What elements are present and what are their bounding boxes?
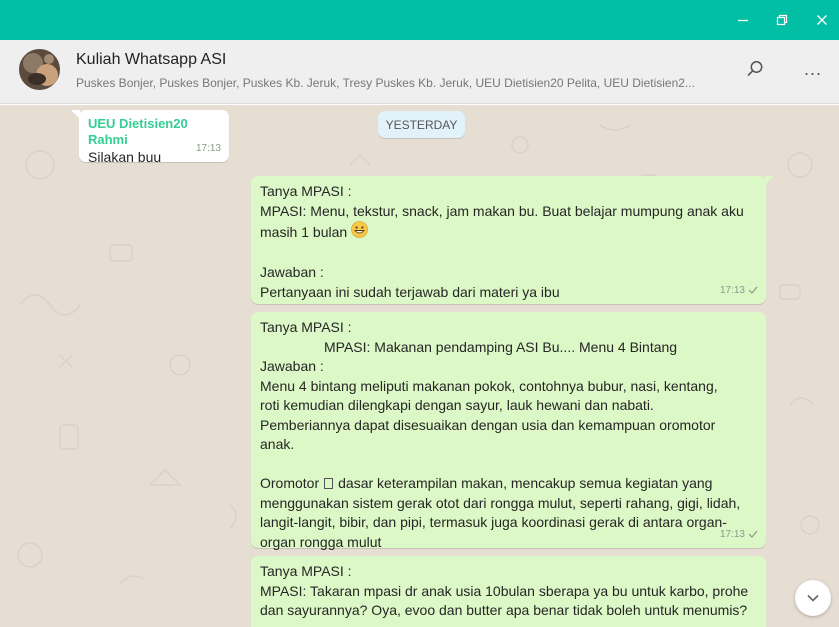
message-line: Pertanyaan ini sudah terjawab dari mater…: [260, 283, 560, 300]
bubble-tail: [71, 110, 80, 119]
chat-area: YESTERDAY UEU Dietisien20 Rahmi Silakan …: [0, 105, 839, 627]
missing-glyph-icon: [324, 478, 334, 490]
group-members[interactable]: Puskes Bonjer, Puskes Bonjer, Puskes Kb.…: [76, 76, 721, 90]
message-bubble-incoming[interactable]: UEU Dietisien20 Rahmi Silakan buu 17:13: [71, 110, 229, 165]
scroll-down-button[interactable]: [795, 580, 831, 616]
message-line: Oromotor dasar keterampilan makan, menca…: [260, 474, 757, 494]
message-time: 17:13: [195, 142, 221, 154]
message-line: MPASI: Makanan pendamping ASI Bu.... Men…: [324, 338, 678, 355]
message-line: MPASI: Takaran mpasi dr anak usia 10bula…: [260, 582, 749, 599]
message-line-text: dasar keterampilan makan, mencakup semua…: [338, 475, 713, 491]
message-line-text: Oromotor: [260, 475, 320, 491]
group-name[interactable]: Kuliah Whatsapp ASI: [76, 51, 226, 69]
search-icon[interactable]: [740, 54, 770, 84]
message-bubble-outgoing[interactable]: Tanya MPASI : MPASI: Menu, tekstur, snac…: [251, 176, 774, 304]
message-line: MPASI: Menu, tekstur, snack, jam makan b…: [260, 202, 744, 219]
chat-header: Kuliah Whatsapp ASI Puskes Bonjer, Puske…: [0, 40, 839, 104]
message-time-text: 17:13: [719, 528, 745, 540]
message-line: dan sayurannya? Oya, evoo dan butter apa…: [260, 602, 748, 618]
minimize-icon[interactable]: [726, 0, 760, 40]
group-avatar[interactable]: [19, 49, 60, 90]
message-time-text: 17:13: [719, 284, 745, 296]
message-line: Tanya MPASI :: [260, 563, 352, 579]
message-time: 17:13: [720, 525, 758, 545]
message-line: langit-langit, bibir, dan pipi, termasuk…: [260, 514, 727, 530]
message-line: masih 1 bulan: [260, 221, 757, 244]
window-titlebar: [0, 0, 839, 40]
grinning-face-icon: [351, 221, 369, 244]
chevron-down-icon: [807, 594, 819, 602]
message-line: roti kemudian dilengkapi dengan sayur, l…: [260, 397, 654, 413]
message-time: 17:13: [720, 281, 758, 301]
message-line: Jawaban :: [260, 358, 324, 374]
sent-check-icon: [748, 286, 758, 295]
message-line: Jawaban :: [260, 264, 324, 280]
restore-icon[interactable]: [765, 0, 799, 40]
sent-check-icon: [748, 530, 758, 539]
date-divider: YESTERDAY: [378, 111, 465, 138]
message-bubble-outgoing[interactable]: Tanya MPASI : MPASI: Takaran mpasi dr an…: [251, 556, 766, 627]
message-line: menggunakan sistem gerak otot dari rongg…: [260, 494, 741, 511]
message-line: Menu 4 bintang meliputi makanan pokok, c…: [260, 377, 718, 394]
bubble-tail: [765, 176, 774, 185]
message-bubble-outgoing[interactable]: Tanya MPASI : MPASI: Makanan pendamping …: [251, 312, 766, 550]
message-line: Pemberiannya dapat disesuaikan dengan us…: [260, 416, 716, 433]
close-icon[interactable]: [805, 0, 839, 40]
more-icon[interactable]: ...: [798, 54, 828, 84]
message-line: anak.: [260, 436, 295, 452]
message-line: Tanya MPASI :: [260, 183, 352, 199]
message-line: organ rongga mulut: [260, 533, 382, 550]
message-line: Tanya MPASI :: [260, 319, 352, 335]
message-line-text: masih 1 bulan: [260, 223, 348, 240]
